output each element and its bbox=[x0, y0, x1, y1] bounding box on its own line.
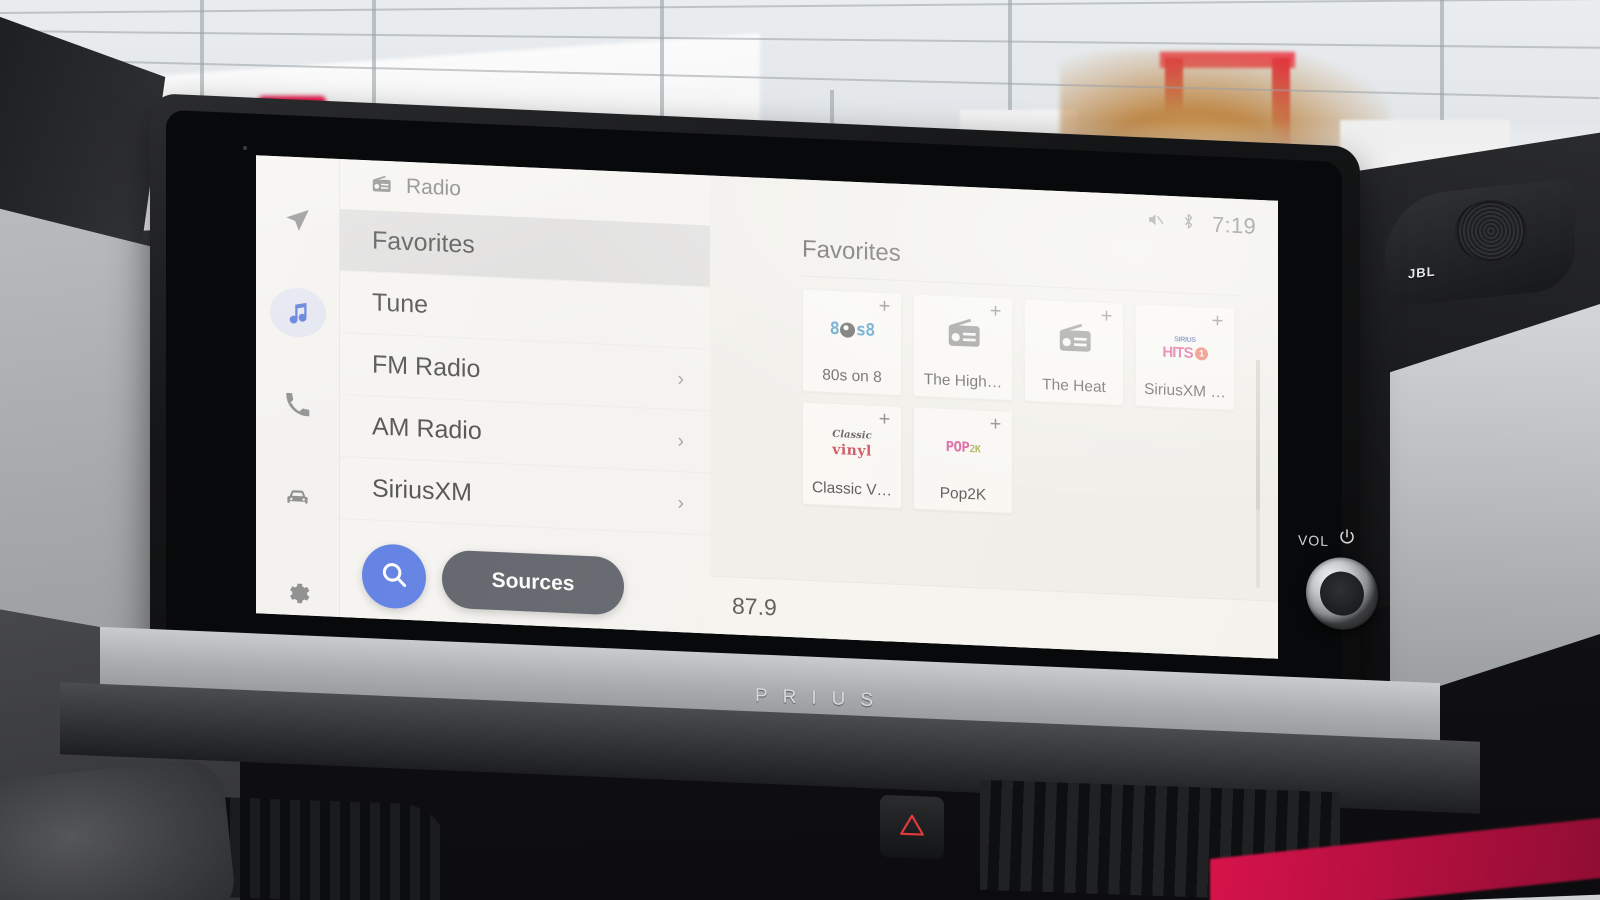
pop2k-logo: POP2K bbox=[945, 438, 981, 457]
favorite-tile[interactable]: POP2K Pop2K bbox=[913, 406, 1013, 514]
generic-radio-icon bbox=[1055, 317, 1093, 362]
station-label: Classic V… bbox=[811, 479, 893, 500]
sidebar-item-navigation[interactable] bbox=[270, 194, 326, 245]
scrollbar[interactable] bbox=[1256, 359, 1260, 588]
speaker-grille-icon bbox=[1455, 200, 1527, 262]
station-label: SiriusXM … bbox=[1144, 380, 1226, 402]
favorite-tile[interactable]: SIRIUS HITS 1 SiriusXM … bbox=[1135, 303, 1235, 411]
navigation-arrow-icon bbox=[284, 205, 311, 233]
panel-footer: Sources bbox=[340, 530, 710, 634]
favorite-tile[interactable]: Classic vinyl Classic V… bbox=[802, 401, 902, 510]
station-label: 80s on 8 bbox=[822, 366, 882, 387]
utility-pole bbox=[1008, 0, 1012, 110]
menu-item-label: Tune bbox=[372, 288, 429, 319]
sidebar-rail bbox=[256, 155, 340, 617]
favorite-tile[interactable]: The High… bbox=[913, 293, 1013, 401]
phone-icon bbox=[284, 391, 311, 419]
chevron-right-icon: › bbox=[677, 367, 684, 390]
hazard-triangle-icon bbox=[899, 811, 925, 843]
search-button[interactable] bbox=[362, 542, 426, 610]
add-preset-icon[interactable] bbox=[989, 304, 1002, 318]
music-note-icon bbox=[284, 298, 311, 326]
sidebar-item-vehicle[interactable] bbox=[270, 472, 326, 523]
content-panel: 7:19 Favorites 8 s8 80s on 8 The High… T… bbox=[710, 175, 1278, 659]
menu-item-label: AM Radio bbox=[372, 412, 482, 446]
add-preset-icon[interactable] bbox=[989, 417, 1002, 431]
radio-list-panel: Radio Favorites Tune FM Radio › AM Radio… bbox=[340, 158, 710, 634]
volume-label: VOL bbox=[1298, 531, 1330, 550]
infotainment-screen[interactable]: Radio Favorites Tune FM Radio › AM Radio… bbox=[256, 155, 1278, 659]
add-preset-icon[interactable] bbox=[1100, 309, 1113, 323]
utility-pole bbox=[1440, 0, 1444, 120]
photo-scene: JBL Radio Favorites Tune FM Radio › AM R… bbox=[0, 0, 1600, 900]
classic-vinyl-logo: Classic vinyl bbox=[832, 429, 872, 460]
menu-item-label: SiriusXM bbox=[372, 474, 473, 507]
favorite-tile[interactable]: 8 s8 80s on 8 bbox=[802, 288, 902, 397]
scrollbar-thumb[interactable] bbox=[1256, 359, 1260, 510]
favorites-area: 8 s8 80s on 8 The High… The Heat SIRIUS … bbox=[710, 271, 1278, 600]
chevron-right-icon: › bbox=[677, 491, 684, 514]
clock: 7:19 bbox=[1211, 211, 1256, 239]
car-icon bbox=[284, 484, 311, 512]
hazard-button[interactable] bbox=[880, 794, 944, 860]
power-icon[interactable] bbox=[1338, 527, 1356, 551]
favorite-tile[interactable]: The Heat bbox=[1024, 298, 1124, 406]
add-preset-icon[interactable] bbox=[1211, 314, 1224, 328]
volume-control-zone: VOL bbox=[1288, 510, 1418, 655]
station-label: Pop2K bbox=[939, 484, 987, 504]
menu-item-label: Favorites bbox=[372, 226, 475, 259]
sidebar-item-media[interactable] bbox=[269, 286, 326, 338]
mute-off-icon bbox=[1146, 210, 1165, 235]
generic-radio-icon bbox=[944, 312, 982, 357]
gear-icon bbox=[284, 577, 311, 605]
utility-pole bbox=[372, 0, 376, 110]
seat-edge bbox=[0, 756, 238, 900]
frequency-display: 87.9 bbox=[732, 592, 777, 621]
favorites-grid: 8 s8 80s on 8 The High… The Heat SIRIUS … bbox=[802, 288, 1240, 525]
bluetooth-icon bbox=[1179, 211, 1198, 236]
add-preset-icon[interactable] bbox=[878, 412, 891, 426]
panel-title: Radio bbox=[406, 174, 461, 201]
sidebar-item-settings[interactable] bbox=[270, 565, 326, 616]
search-icon bbox=[379, 558, 409, 594]
microphone-icon bbox=[243, 145, 247, 151]
sidebar-item-phone[interactable] bbox=[270, 379, 326, 430]
volume-knob[interactable] bbox=[1306, 556, 1378, 631]
chevron-right-icon: › bbox=[677, 429, 684, 452]
siriusxm-hits1-logo: SIRIUS HITS 1 bbox=[1162, 328, 1208, 361]
80s-on-8-logo: 8 s8 bbox=[829, 318, 875, 341]
sources-button[interactable]: Sources bbox=[442, 549, 624, 616]
station-label: The Heat bbox=[1042, 376, 1106, 397]
volume-knob-core[interactable] bbox=[1320, 570, 1364, 617]
radio-icon bbox=[370, 172, 392, 200]
menu-item-label: FM Radio bbox=[372, 350, 481, 384]
radio-app: Radio Favorites Tune FM Radio › AM Radio… bbox=[256, 155, 1278, 659]
add-preset-icon[interactable] bbox=[878, 299, 891, 313]
station-label: The High… bbox=[923, 370, 1003, 392]
jbl-badge: JBL bbox=[1408, 263, 1436, 282]
